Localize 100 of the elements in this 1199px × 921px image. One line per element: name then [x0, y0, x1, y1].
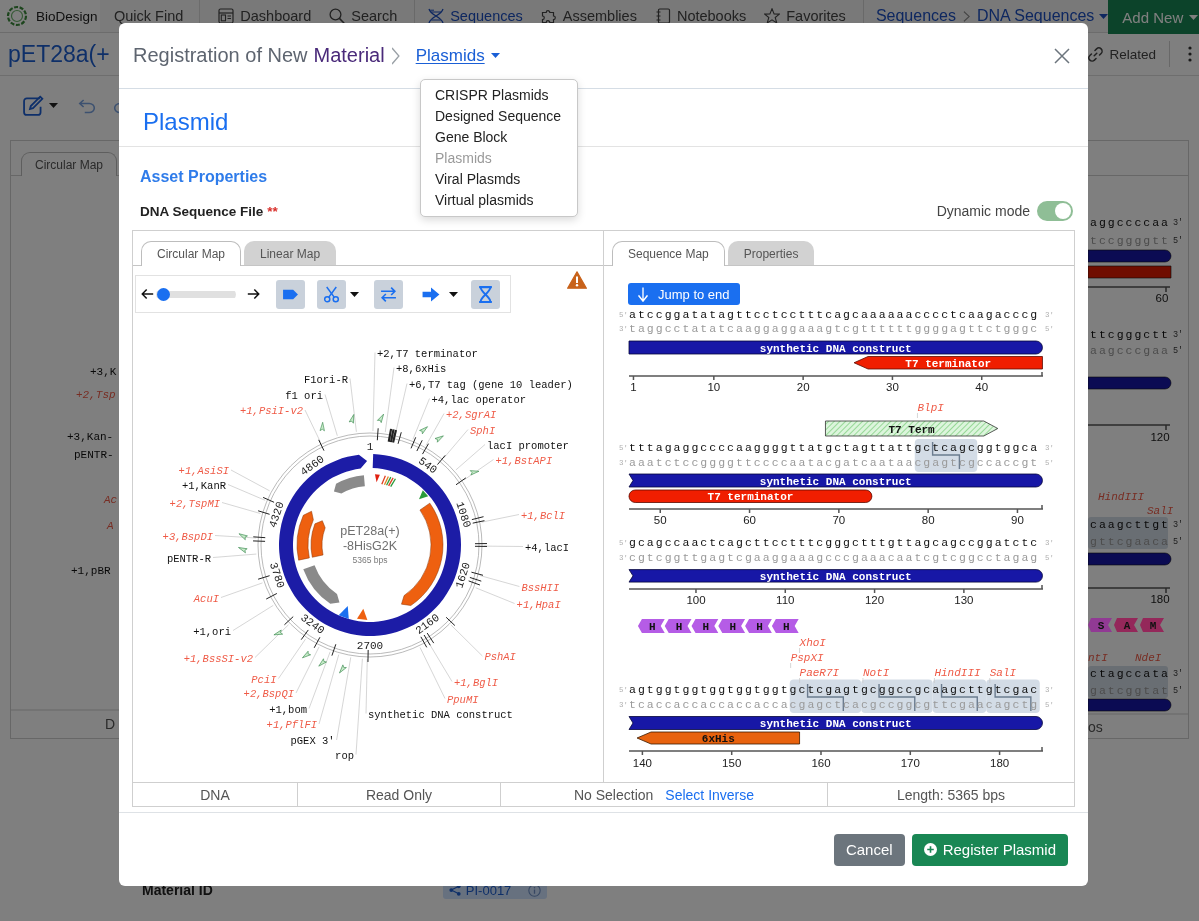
arrow-right-icon	[421, 285, 440, 303]
amino-acid-chevron: S	[1088, 618, 1112, 632]
ruler-label: 70	[832, 514, 846, 526]
tool-button[interactable]	[317, 279, 346, 309]
menu-item[interactable]: Viral Plasmds	[421, 169, 577, 190]
enzyme-label: HindIII	[934, 667, 981, 684]
arrow-right-icon[interactable]	[247, 288, 260, 300]
nav-item[interactable]: Search	[329, 8, 398, 24]
nav-item[interactable]: Favorites	[764, 8, 846, 24]
sequence-strand: ctagccata	[1090, 667, 1168, 680]
sequence-strand: caagcttgt	[1090, 518, 1168, 531]
tool-button[interactable]	[276, 279, 305, 309]
related-button[interactable]: Related	[1087, 45, 1156, 63]
link-icon	[1087, 45, 1105, 63]
warning-icon[interactable]	[567, 271, 587, 289]
jump-to-end-button[interactable]: Jump to end	[628, 283, 740, 305]
feature-label: +1,bom	[269, 703, 307, 716]
dna-icon	[428, 8, 445, 24]
status-text: No Selection	[573, 786, 654, 803]
breadcrumb-link[interactable]: DNA Sequences	[976, 7, 1109, 25]
menu-item[interactable]: Plasmids	[421, 148, 577, 169]
feature-bar: synthetic DNA construct	[628, 340, 1043, 355]
view-tab[interactable]: Linear Map	[244, 241, 337, 265]
amino-acid-chevron: H	[771, 619, 799, 633]
material-id: PI-0017	[465, 882, 512, 898]
logo-icon	[5, 4, 29, 28]
enzyme-label: NotI	[862, 667, 890, 684]
enzyme-label: Ac	[104, 494, 118, 506]
enzyme-label: PaeR7I	[799, 667, 840, 684]
cancel-button[interactable]: Cancel	[833, 833, 905, 866]
more-options-icon[interactable]	[1188, 46, 1192, 62]
feature-label: +4,lac operator	[431, 393, 526, 406]
strand-end-label: 3'	[1173, 669, 1184, 679]
enzyme-label: +1,BclI	[521, 509, 566, 522]
enzyme-label: +1,BstAPI	[495, 454, 553, 467]
enzyme-label: SalI	[989, 667, 1017, 684]
enzyme-label: HindIII	[1098, 491, 1145, 503]
nav-item[interactable]: Dashboard	[218, 8, 312, 24]
menu-item[interactable]: CRISPR Plasmids	[421, 85, 577, 106]
feature-label: +3,Kan-	[67, 431, 114, 443]
puzzle-icon	[540, 8, 557, 24]
feature-bar: T7 Term	[825, 420, 999, 437]
zoom-slider[interactable]	[156, 287, 236, 301]
ruler-label: 140	[632, 757, 652, 769]
strand-end-label: 5'	[1173, 537, 1184, 547]
menu-item[interactable]: Gene Block	[421, 127, 577, 148]
enzyme-label: ntI	[1088, 652, 1108, 664]
enzyme-label: NdeI	[1135, 652, 1162, 664]
map-tab[interactable]: Circular Map	[21, 152, 117, 176]
feature-bar: T7 terminator	[628, 489, 873, 504]
star-icon	[764, 8, 781, 24]
amino-acid-chevron: H	[718, 619, 746, 633]
menu-item[interactable]: Virtual plasmids	[421, 190, 577, 211]
feature-label: +8,6xHis	[396, 362, 447, 375]
close-icon[interactable]	[1054, 47, 1070, 64]
ruler-label: 170	[900, 757, 920, 769]
status-text: D	[104, 716, 116, 732]
feature-label: +1,ori	[193, 625, 231, 638]
nav-item[interactable]: Notebooks	[654, 8, 747, 24]
menu-item[interactable]: Designed Sequence	[421, 106, 577, 127]
sequence-strand: ttcgggctt	[1090, 328, 1168, 341]
ruler-label: 20	[796, 381, 810, 393]
enzyme-label: +1,BssSI-v2	[183, 652, 253, 665]
enzyme-label: AcuI	[193, 592, 219, 605]
nav-item[interactable]: Assemblies	[540, 8, 637, 24]
tool-button[interactable]	[471, 279, 500, 309]
dynamic-mode-toggle[interactable]	[1037, 201, 1073, 221]
dashboard-icon	[218, 8, 235, 24]
ring-position-label: 3780	[267, 560, 287, 590]
ruler-label: 180	[990, 757, 1010, 769]
caret-icon[interactable]	[449, 291, 458, 297]
double-helix-icon	[477, 285, 494, 303]
view-tab[interactable]: Sequence Map	[612, 241, 725, 266]
nav-item[interactable]: Sequences	[428, 8, 523, 24]
feature-label: pENTR-R	[166, 552, 211, 565]
breadcrumb-link[interactable]: Sequences	[875, 7, 956, 25]
sequence-strand: agtggtggtggtggtggtgctcgagtgcggccgcaagcttgtcgac	[629, 683, 1038, 696]
register-button[interactable]: Register Plasmid	[911, 833, 1068, 866]
strand-end-label: 3'	[1173, 218, 1184, 228]
select-inverse-link[interactable]: Select Inverse	[665, 786, 755, 803]
view-tab[interactable]: Properties	[727, 241, 815, 265]
field-label: DNA Sequence File	[140, 203, 264, 219]
feature-label: +3,K	[90, 366, 117, 378]
tool-button[interactable]	[374, 279, 403, 309]
caret-icon[interactable]	[350, 291, 359, 297]
slider-thumb[interactable]	[157, 287, 171, 301]
ring-position-label: 540	[416, 455, 440, 477]
sequence-strand: atccggatatagttcctcctttcagcaaaaaacccctcaagacccg	[629, 307, 1038, 321]
feature-label: F1ori-R	[303, 373, 348, 386]
status-text: DNA	[200, 786, 230, 803]
arrow-left-icon[interactable]	[141, 288, 154, 300]
add-new-button[interactable]: Add New	[1108, 0, 1199, 34]
view-tab[interactable]: Circular Map	[141, 241, 241, 266]
feature-bar: 6xHis	[636, 731, 800, 745]
edit-icon[interactable]	[22, 94, 44, 117]
ring-position-label: 2700	[356, 640, 384, 652]
feature-bar: synthetic DNA construct	[628, 716, 1043, 730]
feature-bar: T7 terminator	[853, 356, 1043, 370]
material-type-link[interactable]: Plasmids	[415, 45, 500, 66]
dialog-title-emphasis: Material	[313, 44, 385, 67]
